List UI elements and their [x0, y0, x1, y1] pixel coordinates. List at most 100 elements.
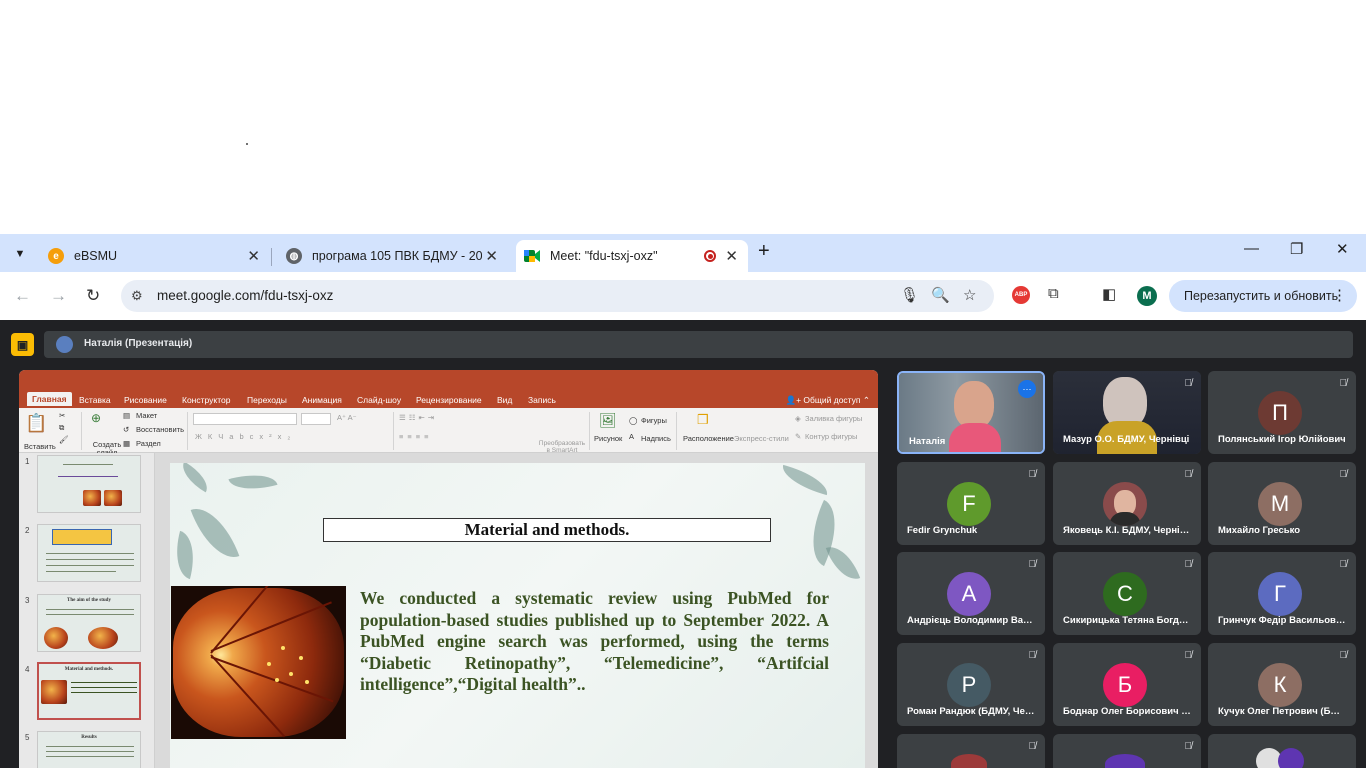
participant-avatar: П	[1258, 391, 1302, 435]
slide-thumbnail-4-selected[interactable]: Material and methods.	[37, 662, 141, 720]
ribbon-tab-slideshow[interactable]: Слайд-шоу	[357, 395, 401, 405]
new-tab-plus-icon[interactable]: +	[758, 240, 770, 263]
slide-thumbnail-3[interactable]: The aim of the study	[37, 594, 141, 652]
close-icon[interactable]: ✕	[725, 247, 738, 265]
cut-icon[interactable]: ✂	[59, 411, 65, 420]
list-icons[interactable]: ☰☷⇤⇥	[399, 413, 437, 422]
textbox-icon[interactable]: A	[629, 432, 634, 441]
back-arrow-icon[interactable]: ←	[14, 286, 31, 306]
ribbon-tab-animation[interactable]: Анимация	[302, 395, 342, 405]
picture-label[interactable]: Рисунок	[594, 434, 622, 443]
address-bar[interactable]: ⚙ meet.google.com/fdu-tsxj-oxz 🎙 🔍 ☆	[121, 280, 994, 312]
tab-ebsmu[interactable]: e eBSMU ✕	[38, 240, 270, 272]
relaunch-update-button[interactable]: Перезапустить и обновить ⋮	[1169, 280, 1357, 312]
participant-tile-partial[interactable]	[1208, 734, 1356, 768]
reset-icon[interactable]: ↺	[123, 425, 129, 434]
stop-presenting-icon[interactable]: ▣	[11, 333, 34, 356]
ribbon-tab-review[interactable]: Рецензирование	[416, 395, 482, 405]
copy-icon[interactable]: ⧉	[59, 423, 64, 433]
tab-meet[interactable]: Meet: "fdu-tsxj-oxz" ✕	[516, 240, 748, 272]
participant-tile[interactable]: Р 🎙̸ Роман Рандюк (БДМУ, Чернівці)	[897, 643, 1045, 726]
presenter-avatar	[56, 336, 73, 353]
ribbon-tab-insert[interactable]: Вставка	[79, 395, 111, 405]
side-panel-icon[interactable]: ◧	[1102, 285, 1116, 303]
participant-tile[interactable]: Б 🎙̸ Боднар Олег Борисович БДМУ	[1053, 643, 1201, 726]
shape-outline-icon[interactable]: ✎	[795, 432, 801, 441]
participant-tile[interactable]: F 🎙̸ Fedir Grynchuk	[897, 462, 1045, 545]
font-size-select[interactable]	[301, 413, 331, 425]
participant-tile[interactable]: М 🎙̸ Михайло Гресько	[1208, 462, 1356, 545]
slide-thumbnail-2[interactable]	[37, 524, 141, 582]
current-slide[interactable]: Material and methods. We conducted a sys…	[170, 463, 865, 768]
extensions-puzzle-icon[interactable]: ⧉	[1048, 285, 1059, 302]
new-slide-icon[interactable]: ⊕	[91, 411, 101, 425]
align-icons[interactable]: ≡≡≡≡	[399, 432, 433, 441]
reset-label[interactable]: Восстановить	[136, 425, 184, 434]
thumb-number: 2	[25, 526, 30, 535]
forward-arrow-icon[interactable]: →	[50, 286, 67, 306]
shape-fill-icon[interactable]: ◈	[795, 414, 801, 423]
slide-thumbnail-5[interactable]: Results	[37, 731, 141, 768]
shapes-icon[interactable]: ◯	[629, 416, 637, 425]
shapes-label[interactable]: Фигуры	[641, 416, 667, 425]
paste-clipboard-icon[interactable]: 📋	[25, 413, 47, 434]
tab-search-chevron-icon[interactable]: ▼	[8, 242, 32, 266]
arrange-label[interactable]: Расположение	[683, 434, 734, 443]
format-painter-icon[interactable]: 🖌	[59, 435, 69, 444]
shape-fill-label[interactable]: Заливка фигуры	[805, 414, 862, 423]
slide-thumbnail-1[interactable]	[37, 455, 141, 513]
font-format-icons[interactable]: ЖКЧabcx²x₂	[195, 432, 296, 441]
font-name-select[interactable]	[193, 413, 297, 425]
ribbon-tab-transitions[interactable]: Переходы	[247, 395, 287, 405]
tab-programa[interactable]: ◍ програма 105 ПВК БДМУ - 202 ✕	[276, 240, 508, 272]
tab-title: програма 105 ПВК БДМУ - 202	[312, 249, 482, 263]
smartart-label[interactable]: Преобразовать в SmartArt	[537, 440, 587, 454]
section-label[interactable]: Раздел	[136, 439, 161, 448]
participant-tile-mazur[interactable]: 🎙̸ Мазур О.О. БДМУ, Чернівці	[1053, 371, 1201, 454]
shape-outline-label[interactable]: Контур фигуры	[805, 432, 857, 441]
close-icon[interactable]: ✕	[485, 247, 498, 265]
arrange-icon[interactable]: ❒	[697, 412, 709, 428]
participant-tile[interactable]: 🎙̸ Яковець К.І. БДМУ, Чернівці	[1053, 462, 1201, 545]
adblock-extension-icon[interactable]: ABP	[1012, 286, 1030, 304]
bookmark-star-icon[interactable]: ☆	[963, 286, 976, 304]
share-button[interactable]: 👤+ Общий доступ ⌃	[785, 395, 870, 406]
section-icon[interactable]: ▦	[123, 439, 130, 448]
layout-label[interactable]: Макет	[136, 411, 157, 420]
microphone-icon[interactable]: 🎙	[900, 286, 919, 304]
ribbon-tab-view[interactable]: Вид	[497, 395, 512, 405]
layout-icon[interactable]: ▤	[123, 411, 130, 420]
participant-tile-natalia[interactable]: ⋯ Наталія	[897, 371, 1045, 454]
url-text[interactable]: meet.google.com/fdu-tsxj-oxz	[157, 288, 333, 303]
ribbon-tab-draw[interactable]: Рисование	[124, 395, 167, 405]
close-icon[interactable]: ✕	[247, 247, 260, 265]
slide-body-text[interactable]: We conducted a systematic review using P…	[360, 588, 829, 696]
minimize-icon[interactable]: —	[1244, 240, 1259, 257]
kebab-menu-icon[interactable]: ⋮	[1332, 286, 1347, 304]
paste-label[interactable]: Вставить	[24, 442, 56, 451]
ribbon-tab-home[interactable]: Главная	[27, 392, 72, 406]
reload-icon[interactable]: ↻	[86, 286, 100, 306]
participant-tile[interactable]: А 🎙̸ Андрієць Володимир Васильович	[897, 552, 1045, 635]
participant-tile-partial[interactable]: 🎙̸	[897, 734, 1045, 768]
quick-styles-label[interactable]: Экспресс-стили	[734, 434, 789, 443]
textbox-label[interactable]: Надпись	[641, 434, 671, 443]
ribbon-tab-design[interactable]: Конструктор	[182, 395, 230, 405]
participant-tile-partial[interactable]: 🎙̸	[1053, 734, 1201, 768]
participant-tile[interactable]: П 🎙̸ Полянський Ігор Юлійович	[1208, 371, 1356, 454]
picture-icon[interactable]: 🖼	[599, 412, 617, 429]
participant-tile[interactable]: К 🎙̸ Кучук Олег Петрович (БДМУ)	[1208, 643, 1356, 726]
participant-avatar: К	[1258, 663, 1302, 707]
more-options-icon[interactable]: ⋯	[1018, 380, 1036, 398]
font-size-up-icon[interactable]: A⁺ A⁻	[337, 413, 357, 422]
restore-icon[interactable]: ❐	[1290, 240, 1303, 258]
profile-avatar[interactable]: M	[1137, 286, 1157, 306]
participant-tile[interactable]: Г 🎙̸ Гринчук Федір Васильович	[1208, 552, 1356, 635]
window-close-icon[interactable]: ✕	[1336, 240, 1349, 258]
zoom-icon[interactable]: 🔍	[931, 286, 950, 304]
share-person-icon: 👤+	[785, 395, 804, 405]
participant-tile[interactable]: С 🎙̸ Сикирицька Тетяна Богданівна	[1053, 552, 1201, 635]
site-info-icon[interactable]: ⚙	[131, 288, 143, 304]
slide-title-box[interactable]: Material and methods.	[323, 518, 771, 542]
ribbon-tab-record[interactable]: Запись	[528, 395, 556, 405]
